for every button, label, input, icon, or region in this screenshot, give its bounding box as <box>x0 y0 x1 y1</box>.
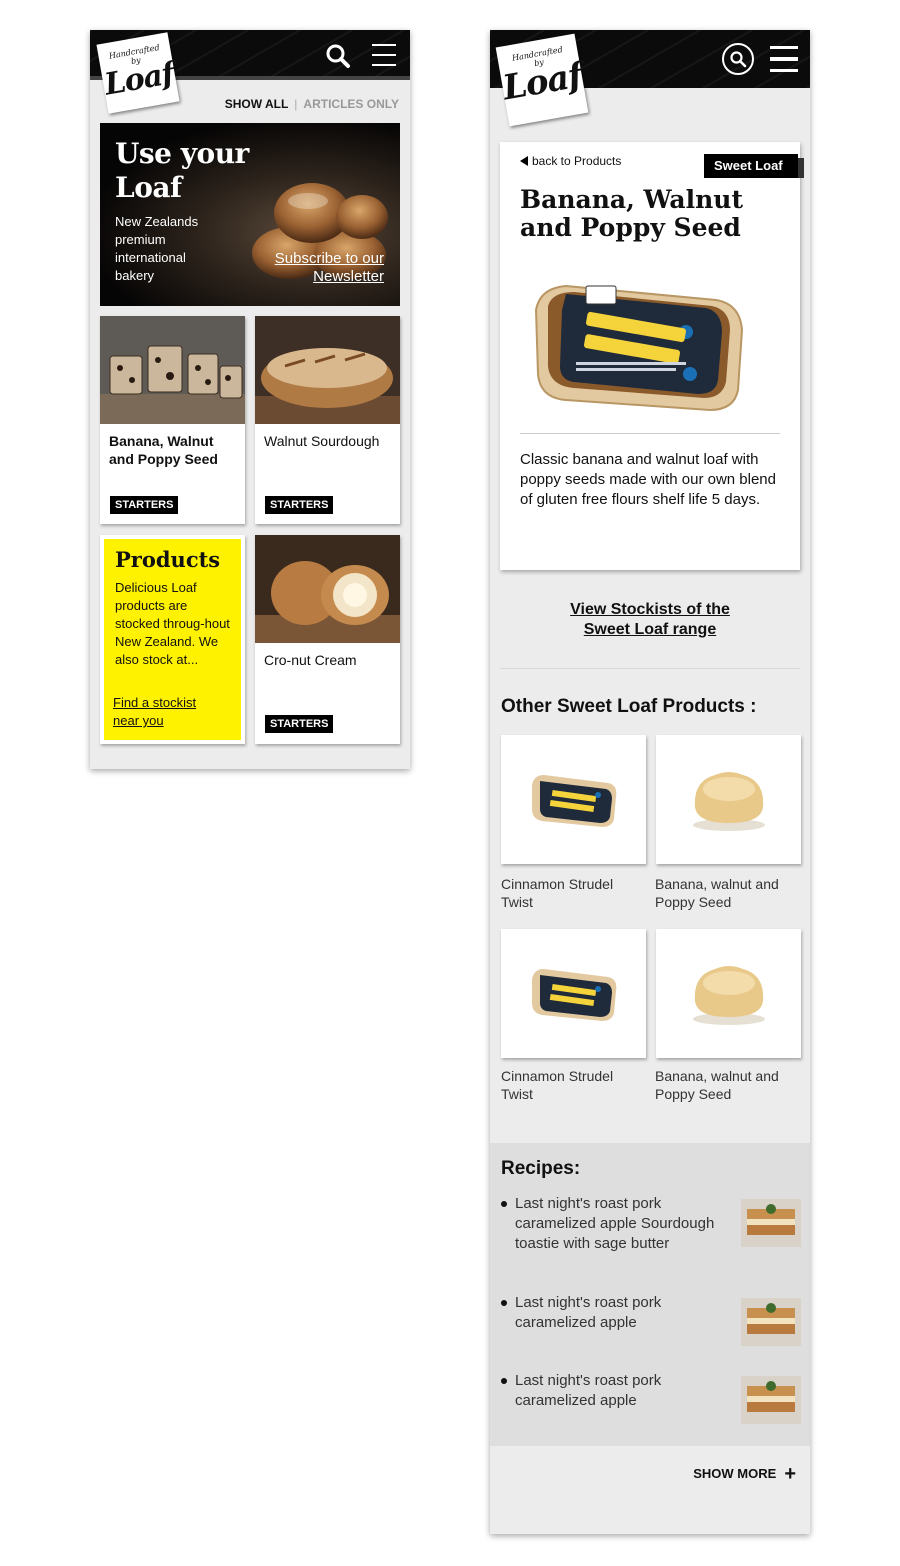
product-name[interactable]: Cinnamon Strudel Twist <box>501 875 646 911</box>
recipe-thumbnail[interactable] <box>741 1199 801 1247</box>
plus-icon: + <box>784 1462 796 1485</box>
hero-title: Use your Loaf <box>115 137 249 204</box>
scone-icon <box>692 965 765 1025</box>
loaf-package-icon <box>531 968 616 1021</box>
category-tag[interactable]: STARTERS <box>265 715 334 733</box>
product-description: Classic banana and walnut loaf with popp… <box>520 451 776 508</box>
bullet-icon <box>501 1378 507 1384</box>
divider <box>520 433 780 434</box>
other-products-heading: Other Sweet Loaf Products : <box>501 696 757 717</box>
menu-icon[interactable] <box>768 42 800 76</box>
search-icon[interactable] <box>722 43 754 75</box>
article-card[interactable]: Banana, Walnut and Poppy Seed STARTERS <box>100 316 245 524</box>
menu-icon[interactable] <box>370 40 398 70</box>
sourdough-image <box>255 316 400 424</box>
card-title: Banana, Walnut and Poppy Seed <box>109 433 218 467</box>
product-tile[interactable] <box>501 735 646 864</box>
view-stockists-link[interactable]: View Stockists of the Sweet Loaf range <box>490 600 810 640</box>
bullet-icon <box>501 1201 507 1207</box>
filter-show-all[interactable]: SHOW ALL <box>225 97 289 111</box>
category-tag[interactable]: STARTERS <box>265 496 334 514</box>
products-body: Delicious Loaf products are stocked thro… <box>115 580 230 667</box>
loaf-logo[interactable]: Handcrafted by Loaf <box>96 32 180 114</box>
recipe-title[interactable]: Last night's roast pork caramelized appl… <box>515 1293 733 1333</box>
bars-image <box>100 316 245 424</box>
recipe-title[interactable]: Last night's roast pork caramelized appl… <box>515 1194 733 1254</box>
content-filter: SHOW ALL | ARTICLES ONLY <box>224 97 399 111</box>
recipes-heading: Recipes: <box>501 1158 581 1179</box>
product-name[interactable]: Banana, walnut and Poppy Seed <box>655 875 800 911</box>
show-more-button[interactable]: SHOW MORE + <box>693 1462 796 1485</box>
hero-banner: Use your Loaf New Zealands premium intern… <box>100 123 400 306</box>
filter-articles-only[interactable]: ARTICLES ONLY <box>303 97 399 111</box>
recipes-section: Recipes: Last night's roast pork caramel… <box>490 1143 810 1446</box>
product-tile[interactable] <box>501 929 646 1058</box>
back-to-products-link[interactable]: back to Products <box>520 154 621 168</box>
phone-product-screen: Handcrafted by Loaf back to Products Swe… <box>490 30 810 1534</box>
recipe-title[interactable]: Last night's roast pork caramelized appl… <box>515 1371 733 1411</box>
products-heading: Products <box>115 547 221 572</box>
divider <box>500 668 800 669</box>
category-tag[interactable]: Sweet Loaf <box>704 154 804 178</box>
product-name[interactable]: Cinnamon Strudel Twist <box>501 1067 646 1103</box>
loaf-logo[interactable]: Handcrafted by Loaf <box>495 33 589 127</box>
product-tile[interactable] <box>656 929 801 1058</box>
phone-home-screen: Handcrafted by Loaf SHOW ALL | ARTICLES ON… <box>90 30 410 769</box>
recipe-thumbnail[interactable] <box>741 1298 801 1346</box>
card-title: Cro-nut Cream <box>264 652 357 668</box>
article-card[interactable]: Cro-nut Cream STARTERS <box>255 535 400 744</box>
product-title: Banana, Walnut and Poppy Seed <box>520 185 743 242</box>
product-package-image <box>534 284 744 412</box>
back-arrow-icon <box>520 156 528 166</box>
search-icon[interactable] <box>324 42 352 70</box>
find-stockist-link[interactable]: Find a stockist near you <box>113 694 223 730</box>
scone-icon <box>692 771 765 831</box>
product-tile[interactable] <box>656 735 801 864</box>
newsletter-link[interactable]: Subscribe to our Newsletter <box>234 250 384 286</box>
loaf-package-icon <box>531 774 616 827</box>
product-detail-card: back to Products Sweet Loaf Banana, Waln… <box>500 142 804 570</box>
category-tag[interactable]: STARTERS <box>110 496 179 514</box>
products-card: Products Delicious Loaf products are sto… <box>100 535 245 744</box>
product-name[interactable]: Banana, walnut and Poppy Seed <box>655 1067 800 1103</box>
card-title: Walnut Sourdough <box>264 433 380 449</box>
article-card[interactable]: Walnut Sourdough STARTERS <box>255 316 400 524</box>
recipe-thumbnail[interactable] <box>741 1376 801 1424</box>
hero-description: New Zealands premium international baker… <box>115 214 199 283</box>
cronut-image <box>255 535 400 643</box>
bullet-icon <box>501 1300 507 1306</box>
